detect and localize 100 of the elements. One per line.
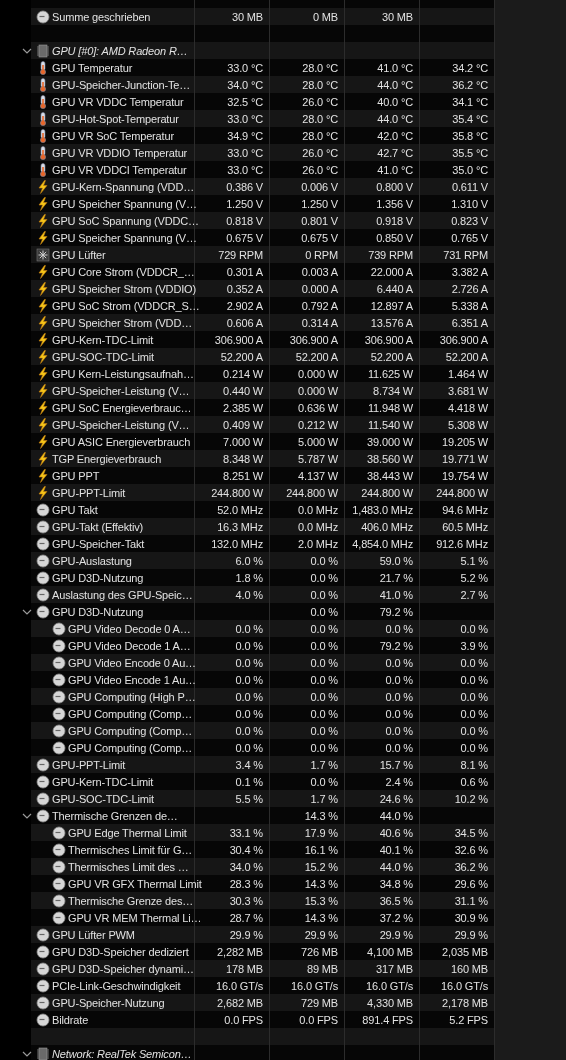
sensor-value: 0.850 V	[376, 231, 413, 244]
clock-icon	[36, 808, 50, 823]
sensor-value: 306.900 A	[214, 333, 263, 346]
sensor-value: 0.440 W	[223, 384, 263, 397]
sensor-label: GPU SoC Energieverbrauc…	[52, 401, 192, 414]
sensor-value: 1.7 %	[310, 758, 338, 771]
clock-icon	[52, 859, 66, 874]
clock-icon	[36, 9, 50, 24]
sensor-value: 0.352 A	[226, 282, 263, 295]
sensor-label: GPU VR MEM Thermal Li…	[68, 911, 202, 924]
sensor-value: 11.948 W	[367, 401, 413, 414]
sensor-value: 30 MB	[231, 10, 263, 23]
sensor-value: 21.7 %	[379, 571, 413, 584]
sensor-label: Thermische Grenze des…	[68, 894, 194, 907]
sensor-value: 0.675 V	[226, 231, 263, 244]
sensor-value: 40.0 °C	[377, 95, 413, 108]
sensor-value: 0.0 %	[310, 639, 338, 652]
sensor-value: 0.0 %	[310, 775, 338, 788]
sensor-value: 0.0 %	[235, 622, 263, 635]
sensor-label: GPU-SOC-TDC-Limit	[52, 792, 154, 805]
sensor-value: 0.0 %	[460, 656, 488, 669]
sensor-value: 40.6 %	[379, 826, 413, 839]
sensor-label: TGP Energieverbrauch	[52, 452, 162, 465]
sensor-value: 19.754 W	[442, 469, 488, 482]
sensor-value: 28.0 °C	[302, 78, 338, 91]
sensor-value: 0.0 %	[385, 707, 413, 720]
sensor-value: 16.0 GT/s	[291, 979, 338, 992]
sensor-label: GPU D3D-Nutzung	[52, 605, 144, 618]
sensor-label: GPU D3D-Speicher dediziert	[52, 945, 189, 958]
sensor-value: 0.006 V	[301, 180, 338, 193]
sensor-value: 0.000 W	[298, 384, 338, 397]
sensor-label: GPU ASIC Energieverbrauch	[52, 435, 191, 448]
sensor-value: 28.0 °C	[302, 112, 338, 125]
sensor-value: 79.2 %	[379, 605, 413, 618]
sensor-label: GPU Speicher Spannung (V…	[52, 231, 197, 244]
clock-icon	[36, 757, 50, 772]
sensor-value: 59.0 %	[379, 554, 413, 567]
sensor-label: GPU-Speicher-Takt	[52, 537, 145, 550]
sensor-value: 729 RPM	[218, 248, 263, 261]
sensor-label: GPU Lüfter	[52, 248, 106, 261]
sensor-value: 28.7 %	[229, 911, 263, 924]
lightning-bolt-icon	[36, 485, 50, 500]
sensor-value: 26.0 °C	[302, 95, 338, 108]
sensor-value: 0 RPM	[305, 248, 338, 261]
sensor-value: 44.0 %	[379, 809, 413, 822]
sensor-value: 4,100 MB	[367, 945, 413, 958]
sensor-label: GPU-Speicher-Leistung (V…	[52, 384, 190, 397]
sensor-value: 0.0 %	[310, 673, 338, 686]
sensor-value: 44.0 °C	[377, 78, 413, 91]
sensor-value: 0.0 %	[310, 605, 338, 618]
sensor-value: 35.5 °C	[452, 146, 488, 159]
sensor-label: GPU-SOC-TDC-Limit	[52, 350, 154, 363]
sensor-value: 0.675 V	[301, 231, 338, 244]
sensor-value: 29.6 %	[454, 877, 488, 890]
sensor-value: 0.0 %	[460, 724, 488, 737]
sensor-value: 8.251 W	[223, 469, 263, 482]
sensor-value: 1.250 V	[301, 197, 338, 210]
sensor-value: 0.0 FPS	[224, 1013, 263, 1026]
sensor-label: GPU Speicher Strom (VDD…	[52, 316, 193, 329]
sensor-value: 0.314 A	[301, 316, 338, 329]
sensor-value: 26.0 °C	[302, 163, 338, 176]
sensor-value: 4.418 W	[448, 401, 488, 414]
sensor-value: 0.0 %	[460, 673, 488, 686]
sensor-label: PCIe-Link-Geschwindigkeit	[52, 979, 181, 992]
lightning-bolt-icon	[36, 400, 50, 415]
sensor-value: 2,178 MB	[442, 996, 488, 1009]
sensor-label: GPU Computing (High P…	[68, 690, 196, 703]
sensor-value: 11.540 W	[367, 418, 413, 431]
sensor-label: GPU Computing (Comp…	[68, 741, 193, 754]
clock-icon	[52, 706, 66, 721]
sensor-value: 0.765 V	[451, 231, 488, 244]
sensor-value: 42.7 °C	[377, 146, 413, 159]
sensor-value: 0.0 %	[310, 656, 338, 669]
sensor-label: GPU VR VDDCI Temperatur	[52, 163, 187, 176]
sensor-value: 0.0 FPS	[299, 1013, 338, 1026]
sensor-value: 89 MB	[306, 962, 338, 975]
sensor-value: 0.0 %	[310, 622, 338, 635]
sensor-value: 34.0 °C	[227, 78, 263, 91]
sensor-value: 3.382 A	[451, 265, 488, 278]
sensor-value: 14.3 %	[304, 809, 338, 822]
sensor-value: 0.0 %	[235, 707, 263, 720]
clock-icon	[52, 621, 66, 636]
sensor-value: 16.0 GT/s	[366, 979, 413, 992]
sensor-value: 0.0 %	[310, 741, 338, 754]
sensor-value: 8.1 %	[460, 758, 488, 771]
sensor-label: GPU D3D-Speicher dynami…	[52, 962, 194, 975]
sensor-value: 5.5 %	[235, 792, 263, 805]
sensor-value: 5.2 FPS	[449, 1013, 488, 1026]
sensor-value: 36.2 °C	[452, 78, 488, 91]
clock-icon	[52, 876, 66, 891]
sensor-value: 38.560 W	[367, 452, 413, 465]
sensor-value: 0.0 %	[310, 571, 338, 584]
sensor-value: 4,854.0 MHz	[352, 537, 413, 550]
sensor-value: 729 MB	[301, 996, 338, 1009]
lightning-bolt-icon	[36, 196, 50, 211]
sensor-value: 306.900 A	[439, 333, 488, 346]
sensor-value: 8.734 W	[373, 384, 413, 397]
sensor-label: Summe geschrieben	[52, 10, 151, 23]
sensor-value: 3.9 %	[460, 639, 488, 652]
sensor-value: 0.0 %	[310, 724, 338, 737]
